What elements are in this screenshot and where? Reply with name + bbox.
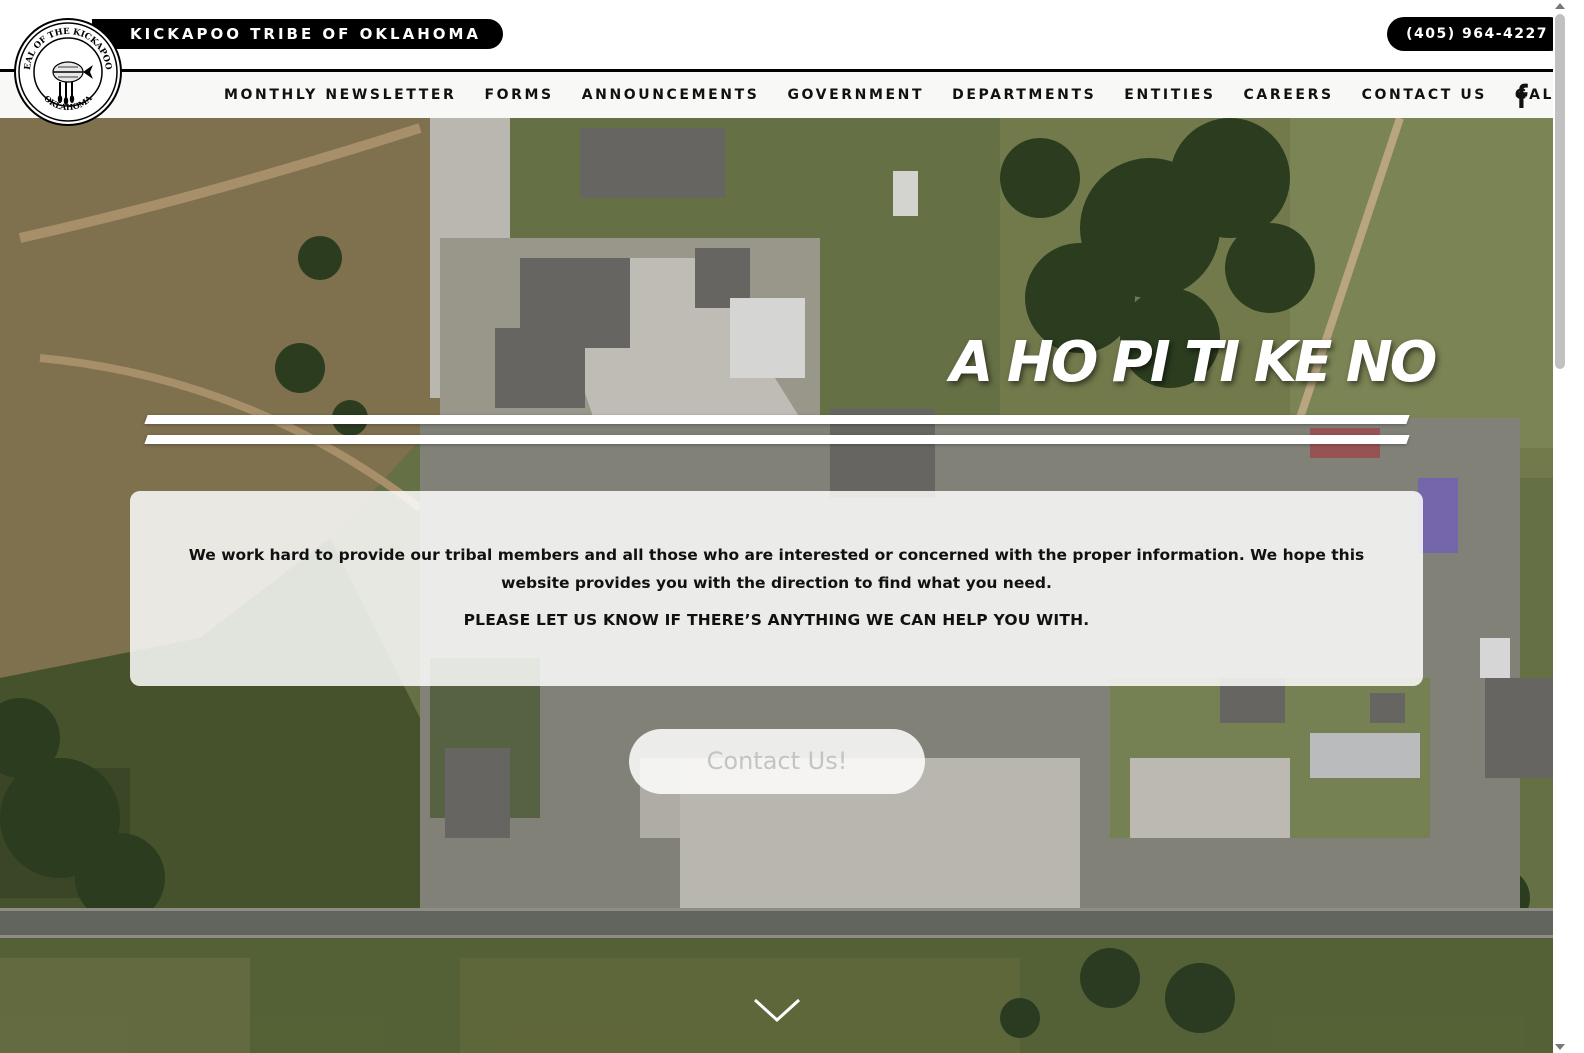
contact-us-button[interactable]: Contact Us! [629, 729, 925, 794]
scroll-down-arrow-icon[interactable] [1555, 1044, 1565, 1050]
chevron-down-icon[interactable] [752, 995, 802, 1025]
main-navigation: MONTHLY NEWSLETTER FORMS ANNOUNCEMENTS G… [210, 72, 1584, 118]
hero-slogan: A HO PI TI KE NO [950, 330, 1437, 395]
decorative-stripe-bottom [144, 435, 1410, 444]
info-card: We work hard to provide our tribal membe… [130, 491, 1423, 686]
tribal-seal-logo[interactable]: GREAT SEAL OF THE KICKAPOO NATION OKLAHO… [12, 13, 122, 126]
nav-item-forms[interactable]: FORMS [484, 87, 553, 103]
site-title[interactable]: KICKAPOO TRIBE OF OKLAHOMA [92, 19, 504, 49]
nav-item-departments[interactable]: DEPARTMENTS [952, 87, 1096, 103]
help-callout: PLEASE LET US KNOW IF THERE’S ANYTHING W… [463, 611, 1090, 629]
decorative-stripe-top [144, 415, 1410, 424]
nav-item-monthly-newsletter[interactable]: MONTHLY NEWSLETTER [224, 87, 456, 103]
page-scrollbar[interactable] [1553, 0, 1584, 1053]
nav-item-entities[interactable]: ENTITIES [1124, 87, 1215, 103]
intro-paragraph: We work hard to provide our tribal membe… [188, 546, 1365, 592]
nav-item-announcements[interactable]: ANNOUNCEMENTS [582, 87, 760, 103]
facebook-icon[interactable] [1511, 82, 1531, 108]
nav-item-government[interactable]: GOVERNMENT [787, 87, 924, 103]
phone-number[interactable]: (405) 964-4227 [1387, 17, 1567, 51]
nav-item-contact-us[interactable]: CONTACT US [1362, 87, 1487, 103]
scrollbar-thumb[interactable] [1555, 14, 1565, 369]
scroll-up-arrow-icon[interactable] [1555, 3, 1565, 9]
nav-item-careers[interactable]: CAREERS [1244, 87, 1334, 103]
